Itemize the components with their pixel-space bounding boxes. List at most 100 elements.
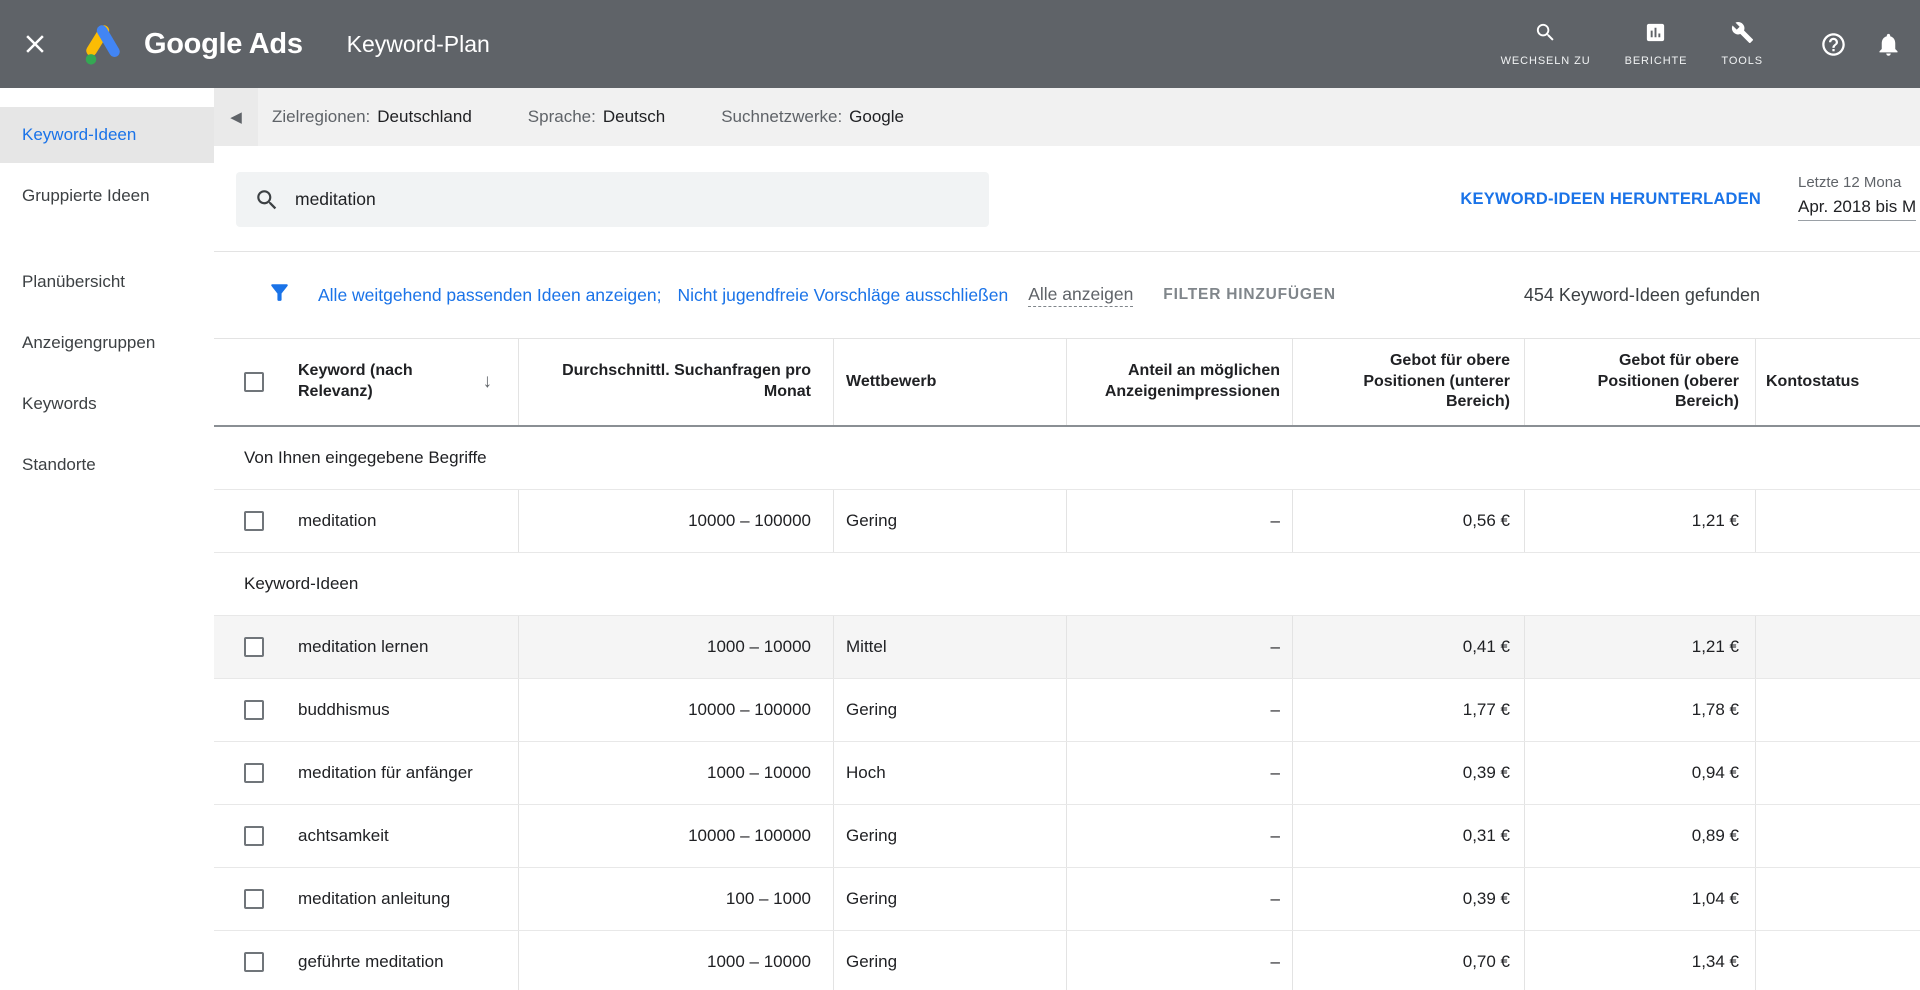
header-searches[interactable]: Durchschnittl. Suchanfragen pro Monat (519, 339, 834, 425)
target-value: Deutsch (603, 107, 665, 127)
header-keyword[interactable]: Keyword (nach Relevanz) ↓ (280, 339, 519, 425)
target-value: Deutschland (377, 107, 472, 127)
table-row: achtsamkeit 10000 – 100000 Gering – 0,31… (214, 805, 1920, 868)
impression-share-cell: – (1067, 805, 1293, 867)
header-checkbox-cell (214, 339, 280, 425)
header-competition[interactable]: Wettbewerb (834, 339, 1067, 425)
competition-cell: Mittel (834, 616, 1067, 678)
target-language[interactable]: Sprache: Deutsch (528, 107, 665, 127)
filter-chip-adult-excluded[interactable]: Nicht jugendfreie Vorschläge ausschließe… (677, 285, 1008, 306)
sidebar-item-gruppierte-ideen[interactable]: Gruppierte Ideen (0, 168, 214, 224)
keyword-cell: meditation für anfänger (280, 742, 519, 804)
app-name: Google Ads (144, 28, 303, 61)
keyword-cell: achtsamkeit (280, 805, 519, 867)
competition-cell: Gering (834, 805, 1067, 867)
sidebar-item-anzeigengruppen[interactable]: Anzeigengruppen (0, 315, 214, 371)
row-checkbox[interactable] (244, 511, 264, 531)
target-value: Google (849, 107, 904, 127)
impression-share-cell: – (1067, 616, 1293, 678)
nav-label: TOOLS (1721, 55, 1763, 67)
competition-cell: Gering (834, 679, 1067, 741)
account-status-cell (1756, 679, 1920, 741)
search-icon (254, 187, 280, 213)
nav-label: WECHSELN ZU (1501, 55, 1591, 67)
impression-share-cell: – (1067, 868, 1293, 930)
row-checkbox[interactable] (244, 700, 264, 720)
select-all-checkbox[interactable] (244, 372, 264, 392)
row-checkbox[interactable] (244, 952, 264, 972)
wrench-icon (1731, 21, 1754, 49)
account-status-cell (1756, 742, 1920, 804)
date-range-caption: Letzte 12 Mona (1798, 174, 1916, 191)
competition-cell: Hoch (834, 742, 1067, 804)
competition-cell: Gering (834, 490, 1067, 552)
keyword-cell: buddhismus (280, 679, 519, 741)
section-title-entered-terms: Von Ihnen eingegebene Begriffe (214, 427, 1920, 490)
nav-berichte[interactable]: BERICHTE (1608, 21, 1705, 67)
help-icon[interactable] (1820, 31, 1847, 58)
main-content: ◀ Zielregionen: Deutschland Sprache: Deu… (214, 88, 1920, 990)
account-status-cell (1756, 931, 1920, 990)
filter-chip-broad-ideas[interactable]: Alle weitgehend passenden Ideen anzeigen… (318, 285, 661, 306)
keyword-cell: meditation (280, 490, 519, 552)
google-ads-logo-icon[interactable] (80, 21, 126, 67)
target-networks[interactable]: Suchnetzwerke: Google (721, 107, 904, 127)
bid-low-cell: 1,77 € (1293, 679, 1525, 741)
keyword-table: Keyword (nach Relevanz) ↓ Durchschnittl.… (214, 339, 1920, 990)
date-range-value: Apr. 2018 bis M (1798, 197, 1916, 221)
row-checkbox[interactable] (244, 889, 264, 909)
account-status-cell (1756, 868, 1920, 930)
keyword-cell: meditation anleitung (280, 868, 519, 930)
sidebar-item-planuebersicht[interactable]: Planübersicht (0, 254, 214, 310)
close-icon[interactable] (20, 29, 50, 59)
table-header-row: Keyword (nach Relevanz) ↓ Durchschnittl.… (214, 339, 1920, 427)
row-checkbox[interactable] (244, 826, 264, 846)
target-label: Zielregionen: (272, 107, 370, 127)
table-row: meditation für anfänger 1000 – 10000 Hoc… (214, 742, 1920, 805)
filter-bar: Alle weitgehend passenden Ideen anzeigen… (214, 252, 1920, 339)
sidebar-item-keywords[interactable]: Keywords (0, 376, 214, 432)
impression-share-cell: – (1067, 679, 1293, 741)
top-app-bar: Google Ads Keyword-Plan WECHSELN ZU BERI… (0, 0, 1920, 88)
page-title: Keyword-Plan (347, 31, 490, 58)
notifications-bell-icon[interactable] (1875, 31, 1902, 58)
sidebar-item-standorte[interactable]: Standorte (0, 437, 214, 493)
searches-cell: 100 – 1000 (519, 868, 834, 930)
bid-high-cell: 1,34 € (1525, 931, 1756, 990)
table-row: meditation lernen 1000 – 10000 Mittel – … (214, 616, 1920, 679)
date-range-selector[interactable]: Letzte 12 Mona Apr. 2018 bis M (1798, 174, 1916, 221)
header-account-status[interactable]: Kontostatus (1756, 339, 1920, 425)
add-filter-button[interactable]: FILTER HINZUFÜGEN (1163, 286, 1336, 304)
sort-descending-icon[interactable]: ↓ (483, 370, 493, 395)
search-icon (1534, 21, 1557, 49)
search-input[interactable] (295, 189, 915, 210)
header-bid-low[interactable]: Gebot für obere Positionen (unterer Bere… (1293, 339, 1525, 425)
keyword-cell: geführte meditation (280, 931, 519, 990)
nav-tools[interactable]: TOOLS (1704, 21, 1780, 67)
searches-cell: 10000 – 100000 (519, 679, 834, 741)
impression-share-cell: – (1067, 490, 1293, 552)
impression-share-cell: – (1067, 931, 1293, 990)
show-all-link[interactable]: Alle anzeigen (1028, 284, 1133, 307)
nav-wechseln-zu[interactable]: WECHSELN ZU (1484, 21, 1608, 67)
header-bid-high[interactable]: Gebot für obere Positionen (oberer Berei… (1525, 339, 1756, 425)
sidebar-item-keyword-ideen[interactable]: Keyword-Ideen (0, 107, 214, 163)
toolbar: KEYWORD-IDEEN HERUNTERLADEN Letzte 12 Mo… (214, 146, 1920, 252)
collapse-back-button[interactable]: ◀ (214, 88, 258, 146)
row-checkbox[interactable] (244, 763, 264, 783)
keyword-search-box[interactable] (236, 172, 989, 227)
nav-label: BERICHTE (1625, 55, 1688, 67)
target-regions[interactable]: Zielregionen: Deutschland (272, 107, 472, 127)
account-status-cell (1756, 616, 1920, 678)
account-status-cell (1756, 805, 1920, 867)
account-status-cell (1756, 490, 1920, 552)
download-keyword-ideas-link[interactable]: KEYWORD-IDEEN HERUNTERLADEN (1460, 146, 1761, 252)
searches-cell: 1000 – 10000 (519, 931, 834, 990)
header-impression-share[interactable]: Anteil an möglichen Anzeigenimpressionen (1067, 339, 1293, 425)
row-checkbox[interactable] (244, 637, 264, 657)
sidebar: Keyword-Ideen Gruppierte Ideen Planübers… (0, 88, 214, 990)
keyword-cell: meditation lernen (280, 616, 519, 678)
table-row: buddhismus 10000 – 100000 Gering – 1,77 … (214, 679, 1920, 742)
section-title-keyword-ideas: Keyword-Ideen (214, 553, 1920, 616)
bid-high-cell: 1,78 € (1525, 679, 1756, 741)
